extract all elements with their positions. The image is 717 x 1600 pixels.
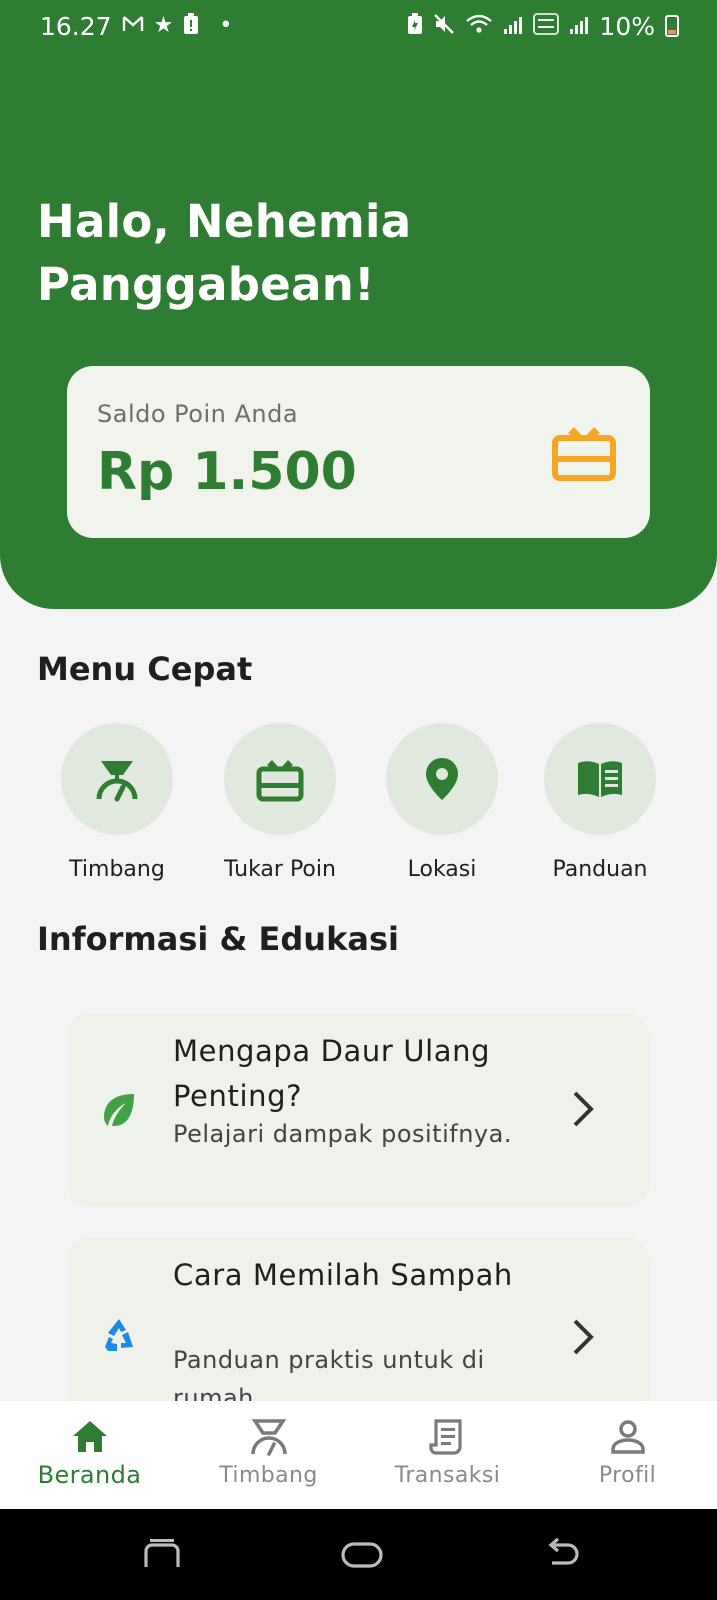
receipt-icon (428, 1419, 462, 1455)
gmail-icon (122, 15, 144, 38)
chevron-right-icon (573, 1319, 594, 1355)
info-card-recycling-importance[interactable]: Mengapa Daur Ulang Penting? Pelajari dam… (67, 1013, 650, 1207)
battery-percent: 10% (599, 11, 655, 41)
person-icon (610, 1420, 645, 1454)
status-bar: 16.27 ★ • 10% (0, 0, 717, 52)
quick-label: Panduan (552, 857, 648, 882)
recent-apps-icon[interactable] (140, 1537, 184, 1573)
info-card-title: Mengapa Daur Ulang Penting? (173, 1034, 491, 1113)
volte-icon (533, 12, 560, 41)
wifi-icon (465, 12, 493, 41)
system-nav-bar (0, 1509, 717, 1600)
back-icon[interactable] (540, 1537, 584, 1573)
info-section-title: Informasi & Edukasi (37, 920, 399, 958)
info-card-title: Cara Memilah Sampah (173, 1258, 513, 1292)
star-icon: ★ (153, 13, 174, 38)
nav-label: Beranda (37, 1461, 142, 1489)
quick-circle (386, 723, 498, 835)
quick-menu-tukar-poin[interactable]: Tukar Poin (210, 723, 350, 883)
scale-icon (250, 1419, 287, 1456)
leaf-icon (104, 1094, 134, 1127)
greeting-title: Halo, Nehemia Panggabean! (37, 195, 412, 311)
signal-icon (569, 12, 589, 41)
mute-icon (433, 12, 455, 41)
redeem-icon (256, 760, 304, 802)
bottom-nav: Beranda Timbang Transaksi Profil (0, 1401, 717, 1509)
home-button-icon[interactable] (340, 1537, 384, 1573)
nav-item-transaksi[interactable]: Transaksi (358, 1401, 537, 1509)
quick-label: Timbang (69, 857, 165, 882)
battery-icon (665, 15, 679, 37)
recycle-icon (105, 1319, 133, 1351)
info-card-subtitle: Pelajari dampak positifnya. (173, 1120, 512, 1148)
status-right: 10% (407, 12, 679, 41)
status-left: 16.27 ★ • (40, 12, 232, 41)
quick-menu-timbang[interactable]: Timbang (47, 723, 187, 883)
quick-menu-panduan[interactable]: Panduan (530, 723, 670, 883)
alert-icon (183, 12, 199, 41)
scale-icon (96, 761, 138, 802)
nav-label: Transaksi (394, 1463, 501, 1488)
book-icon (578, 761, 622, 797)
quick-circle (544, 723, 656, 835)
quick-menu-lokasi[interactable]: Lokasi (372, 723, 512, 883)
nav-label: Timbang (219, 1463, 318, 1488)
chevron-right-icon (573, 1091, 594, 1127)
home-icon (72, 1421, 107, 1452)
balance-value: Rp 1.500 (97, 442, 357, 502)
nav-label: Profil (598, 1463, 657, 1488)
signal-icon (503, 12, 523, 41)
balance-card[interactable]: Saldo Poin Anda Rp 1.500 (67, 366, 650, 538)
battery-saver-icon (407, 12, 423, 41)
dot-icon: • (219, 13, 233, 38)
quick-label: Lokasi (407, 857, 477, 882)
quick-label: Tukar Poin (224, 857, 336, 882)
quick-circle (61, 723, 173, 835)
gift-card-icon[interactable] (552, 422, 616, 482)
quick-menu-title: Menu Cepat (37, 650, 253, 688)
nav-item-profil[interactable]: Profil (538, 1401, 717, 1509)
quick-circle (224, 723, 336, 835)
nav-item-beranda[interactable]: Beranda (0, 1401, 179, 1509)
location-icon (426, 758, 458, 800)
status-time: 16.27 (40, 11, 112, 41)
nav-item-timbang[interactable]: Timbang (179, 1401, 358, 1509)
balance-label: Saldo Poin Anda (97, 400, 299, 428)
